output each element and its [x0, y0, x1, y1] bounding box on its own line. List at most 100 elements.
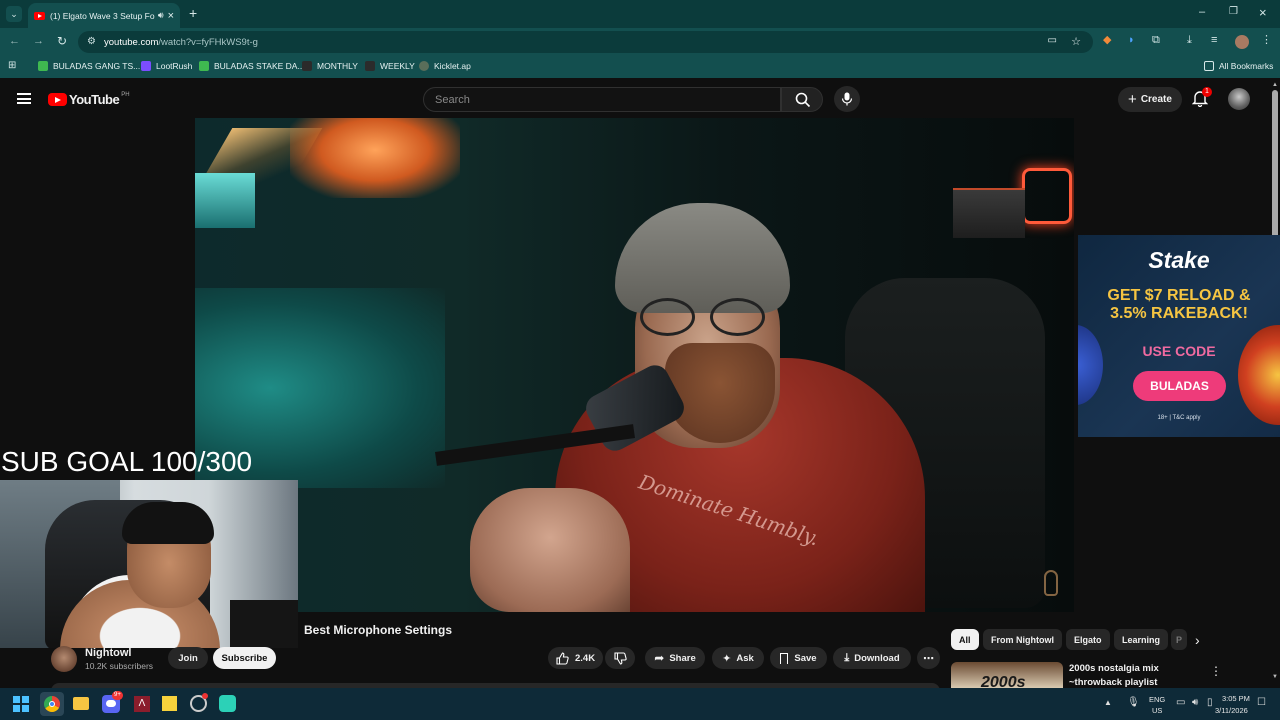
ask-button[interactable]: ✦ Ask — [712, 647, 764, 669]
notification-badge: 1 — [1202, 87, 1212, 97]
tab-search-icon[interactable]: ⌄ — [6, 6, 22, 22]
like-count: 2.4K — [575, 652, 596, 664]
close-tab-icon[interactable]: × — [168, 10, 174, 22]
notification-center-icon[interactable]: ☐ — [1257, 697, 1266, 708]
volume-icon[interactable]: 🔊︎ — [1192, 697, 1198, 708]
video-presenter-glasses — [640, 298, 770, 338]
bookmark-item[interactable]: WEEKLY — [365, 61, 415, 71]
bookmark-item[interactable]: BULADAS GANG TS... — [38, 61, 140, 71]
chip-learning[interactable]: Learning — [1114, 629, 1169, 650]
dislike-button[interactable] — [605, 647, 635, 669]
notifications-button[interactable]: 1 — [1191, 87, 1212, 108]
youtube-logo[interactable]: YouTube PH — [48, 92, 130, 107]
restore-icon[interactable]: ❐ — [1229, 7, 1238, 17]
extensions-icon[interactable]: ⧉ — [1152, 35, 1160, 46]
recommendation-thumbnail[interactable]: 2000s — [951, 662, 1063, 688]
channel-avatar[interactable] — [51, 646, 77, 672]
adobe-icon[interactable]: Λ — [134, 696, 150, 712]
windows-taskbar: 9+ Λ ▲ 🎙︎ ENG US ▭ 🔊︎ ▯ 3:05 PM 3/11/202… — [0, 688, 1280, 720]
chip-partial[interactable]: P — [1171, 629, 1187, 650]
show-hidden-icons[interactable]: ▲ — [1104, 698, 1112, 707]
scroll-up-icon[interactable]: ▲ — [1272, 82, 1278, 88]
stake-ad-banner[interactable]: Stake GET $7 RELOAD & 3.5% RAKEBACK! USE… — [1078, 235, 1280, 437]
search-button[interactable] — [781, 87, 823, 112]
recommendation-title-1[interactable]: 2000s nostalgia mix — [1069, 663, 1159, 674]
chips-next-icon[interactable]: › — [1195, 632, 1200, 648]
chrome-menu-icon[interactable]: ⋮ — [1261, 35, 1272, 46]
sticky-notes-icon[interactable] — [162, 696, 177, 711]
profile-avatar[interactable] — [1235, 35, 1249, 49]
video-player[interactable]: Dominate Humbly. — [195, 118, 1074, 612]
chip-elgato[interactable]: Elgato — [1066, 629, 1110, 650]
taskbar-discord[interactable]: 9+ — [102, 691, 123, 713]
bookmark-item[interactable]: BULADAS STAKE DA... — [199, 61, 305, 71]
thumbnail-text: 2000s — [981, 674, 1026, 688]
bookmark-item[interactable]: LootRush — [141, 61, 192, 71]
address-bar[interactable]: ⚙ youtube.com/watch?v=fyFHkWS9t-g ▭ ☆ — [78, 31, 1093, 53]
more-actions-button[interactable]: ⋯ — [917, 647, 940, 669]
metamask-extension-icon[interactable]: ◆ — [1103, 35, 1111, 46]
search-input[interactable]: Search — [423, 87, 781, 112]
start-button[interactable] — [13, 696, 29, 712]
clock-time[interactable]: 3:05 PM — [1222, 694, 1250, 703]
bookmark-icon — [780, 652, 789, 664]
download-button[interactable]: ⤓ Download — [833, 647, 911, 669]
site-info-icon[interactable]: ⚙ — [87, 36, 96, 47]
cast-icon[interactable]: ▭ — [1048, 35, 1057, 46]
share-button[interactable]: ➦ Share — [645, 647, 705, 669]
reload-icon[interactable]: ↻ — [57, 35, 67, 47]
bookmark-star-icon[interactable]: ☆ — [1071, 35, 1081, 48]
hamburger-menu-icon[interactable] — [17, 93, 31, 104]
bookmark-item[interactable]: MONTHLY — [302, 61, 358, 71]
channel-watermark-icon[interactable] — [1044, 570, 1058, 596]
network-icon[interactable]: ▭ — [1176, 697, 1185, 708]
speaker-icon[interactable]: 🔊︎ — [158, 10, 164, 21]
audio-extension-icon[interactable]: ◗ — [1128, 35, 1135, 46]
taskbar-chrome[interactable] — [40, 692, 64, 716]
language-region[interactable]: US — [1152, 706, 1162, 715]
account-avatar[interactable] — [1228, 88, 1250, 110]
webcam-person-hair — [122, 502, 214, 544]
browser-tab-active[interactable]: (1) Elgato Wave 3 Setup Fo 🔊︎ × — [28, 3, 180, 28]
chip-all[interactable]: All — [951, 629, 979, 650]
file-explorer-icon[interactable] — [73, 697, 89, 710]
voice-search-button[interactable] — [834, 86, 860, 112]
discord-badge: 9+ — [112, 691, 123, 700]
chip-from-nightowl[interactable]: From Nightowl — [983, 629, 1062, 650]
new-tab-icon[interactable]: + — [189, 6, 197, 20]
all-bookmarks[interactable]: All Bookmarks — [1204, 61, 1273, 71]
reading-list-icon[interactable]: ≡ — [1211, 35, 1217, 46]
share-icon: ➦ — [654, 651, 665, 665]
scroll-down-icon[interactable]: ▼ — [1272, 674, 1278, 680]
video-presenter-hand — [470, 488, 630, 612]
download-icon[interactable]: ⤓ — [1187, 35, 1192, 46]
create-button[interactable]: + Create — [1118, 87, 1182, 112]
ad-code-button[interactable]: BULADAS — [1133, 371, 1226, 401]
like-button[interactable]: 2.4K — [548, 647, 603, 669]
video-monitor — [195, 173, 255, 228]
save-button[interactable]: Save — [770, 647, 827, 669]
minimize-icon[interactable]: – — [1199, 7, 1205, 18]
subscribe-button[interactable]: Subscribe — [213, 647, 276, 669]
s-icon — [302, 61, 312, 71]
join-button[interactable]: Join — [168, 647, 208, 669]
channel-name[interactable]: Nightowl — [85, 647, 131, 659]
bookmark-item[interactable]: Kicklet.ap — [419, 61, 471, 71]
windows-logo-icon — [13, 696, 20, 703]
close-window-icon[interactable]: × — [1259, 6, 1267, 19]
language-lang[interactable]: ENG — [1149, 695, 1165, 704]
browser-tab-bar: ⌄ (1) Elgato Wave 3 Setup Fo 🔊︎ × + – ❐ … — [0, 0, 1280, 28]
s-icon — [365, 61, 375, 71]
mic-tray-icon[interactable]: 🎙︎ — [1127, 697, 1140, 708]
ad-roulette-right — [1238, 325, 1280, 425]
recommendation-title-2[interactable]: ~throwback playlist — [1069, 677, 1157, 688]
battery-icon[interactable]: ▯ — [1207, 697, 1213, 708]
video-shelf-screen — [953, 188, 1025, 238]
wave-link-icon[interactable] — [219, 695, 236, 712]
back-icon[interactable]: ← — [9, 36, 20, 47]
recommendation-menu-icon[interactable]: ⋮ — [1210, 664, 1222, 678]
apps-grid-icon[interactable]: ⊞ — [8, 61, 16, 71]
obs-icon[interactable] — [190, 693, 208, 712]
clock-date[interactable]: 3/11/2026 — [1215, 706, 1248, 715]
forward-icon[interactable]: → — [33, 36, 44, 47]
